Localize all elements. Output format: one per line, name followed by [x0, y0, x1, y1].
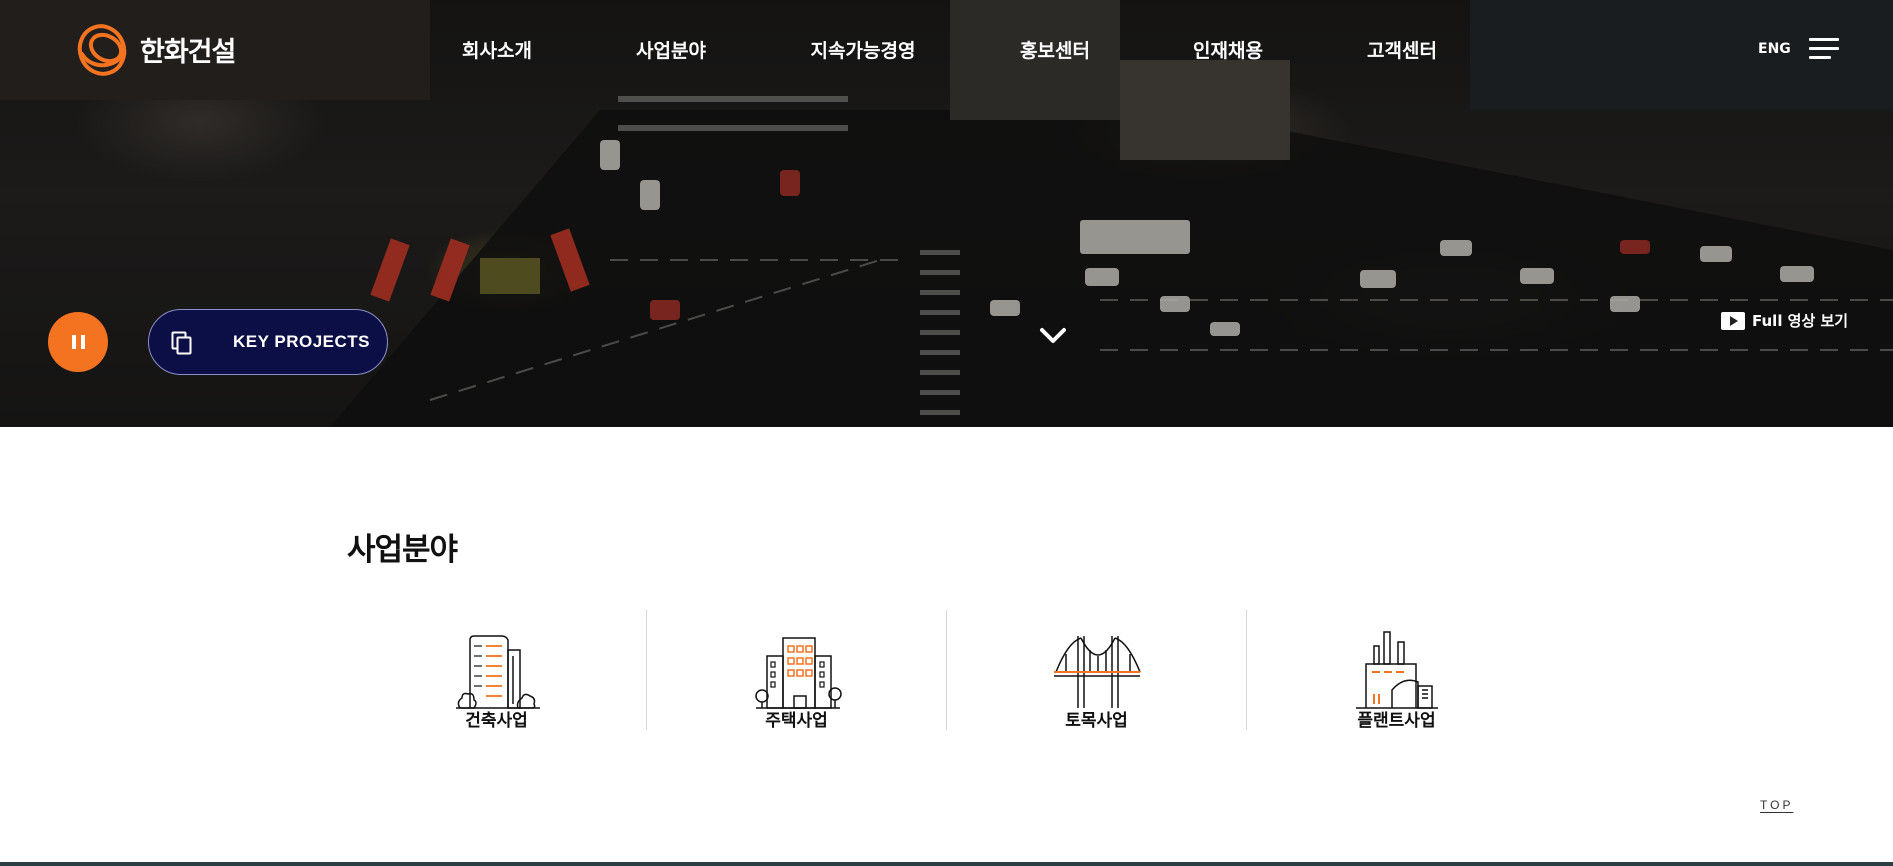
- chevron-down-icon[interactable]: [1038, 326, 1068, 346]
- pause-button[interactable]: [48, 312, 108, 372]
- bridge-icon: [1053, 636, 1141, 708]
- scroll-top-link[interactable]: TOP: [1760, 798, 1793, 812]
- housing-icon: [754, 637, 842, 709]
- key-projects-label: KEY PROJECTS: [233, 332, 371, 351]
- nav-item-business[interactable]: 사업분야: [636, 36, 706, 63]
- nav-item-recruit[interactable]: 인재채용: [1193, 36, 1263, 63]
- full-video-link[interactable]: Full 영상 보기: [1721, 310, 1848, 331]
- business-item-civil[interactable]: 토목사업: [947, 610, 1246, 731]
- business-label-civil: 토목사업: [1065, 711, 1128, 731]
- business-label-housing: 주택사업: [765, 711, 828, 731]
- plant-icon: [1355, 631, 1438, 709]
- language-toggle[interactable]: ENG: [1758, 41, 1791, 57]
- business-item-housing[interactable]: 주택사업: [647, 610, 946, 731]
- business-list: 건축사업 주택사업 토목사업 플랜트사업: [347, 610, 1546, 731]
- play-icon: [1721, 311, 1745, 330]
- footer-edge: [0, 862, 1893, 866]
- business-item-plant[interactable]: 플랜트사업: [1247, 610, 1546, 731]
- business-item-architecture[interactable]: 건축사업: [347, 610, 646, 731]
- hamburger-icon[interactable]: [1809, 38, 1839, 60]
- business-label-architecture: 건축사업: [465, 711, 528, 731]
- full-video-label: Full 영상 보기: [1752, 312, 1849, 330]
- business-label-plant: 플랜트사업: [1357, 711, 1436, 731]
- key-projects-button[interactable]: KEY PROJECTS: [148, 309, 388, 375]
- hero-video: 한화건설 회사소개 사업분야 지속가능경영 홍보센터 인재채용 고객센터 ENG…: [0, 0, 1893, 427]
- pause-icon: [71, 335, 76, 349]
- copy-icon: [171, 331, 192, 355]
- nav-item-customer-center[interactable]: 고객센터: [1367, 36, 1437, 63]
- section-title: 사업분야: [347, 532, 458, 568]
- nav-item-company[interactable]: 회사소개: [462, 36, 532, 63]
- nav-item-sustainability[interactable]: 지속가능경영: [811, 36, 916, 63]
- main-navigation: 회사소개 사업분야 지속가능경영 홍보센터 인재채용 고객센터: [0, 36, 1893, 66]
- building-icon: [455, 635, 540, 709]
- nav-item-pr-center[interactable]: 홍보센터: [1020, 36, 1090, 63]
